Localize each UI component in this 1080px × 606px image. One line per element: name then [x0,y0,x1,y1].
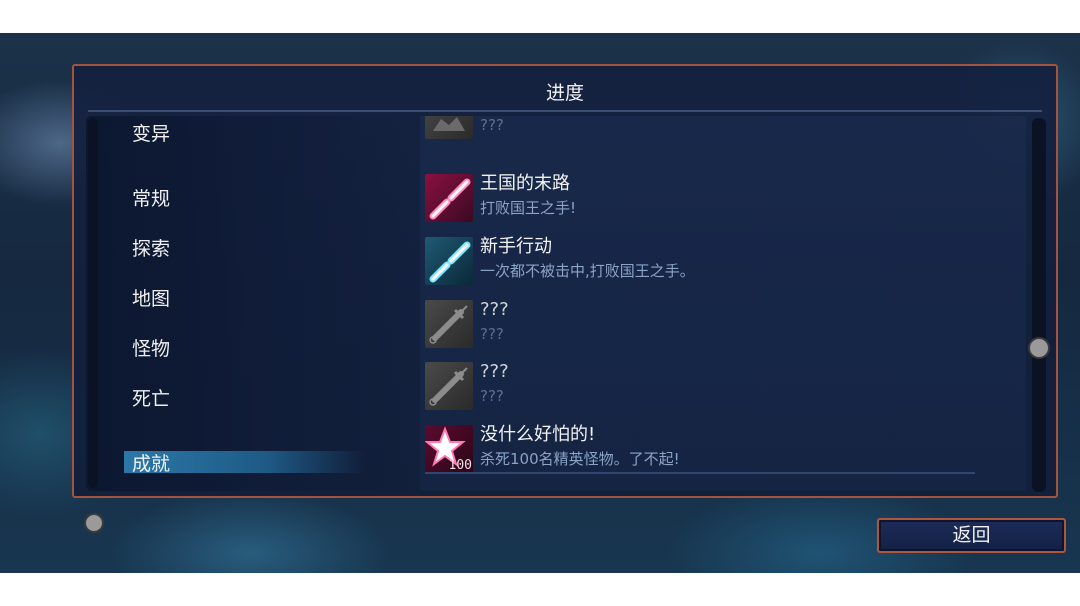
list-item[interactable]: 100 没什么好怕的! 杀死100名精英怪物。了不起! [425,424,1015,475]
list-item[interactable]: ??? [425,116,1015,141]
achievement-desc: 一次都不被击中,打败国王之手。 [480,262,695,280]
achievement-name: 没什么好怕的! [480,424,596,445]
title-divider [88,110,1042,112]
achievement-name: ??? [480,299,509,320]
syringe-icon [425,362,473,410]
achievement-name: ??? [480,361,509,382]
sidebar-scrollbar-handle[interactable] [84,513,104,533]
back-button[interactable]: 返回 [877,518,1066,553]
pink-blades-icon [425,174,473,222]
game-screen: 进度 变异 常规 探索 地图 怪物 死亡 成就 ??? 王国的末路 打败国王之手… [0,33,1080,573]
list-divider [425,472,975,474]
cyan-blades-icon [425,237,473,285]
achievement-name: 新手行动 [480,236,552,257]
category-achievements[interactable]: 成就 [132,452,170,476]
achievement-name: 王国的末路 [480,173,570,194]
progress-panel: 进度 变异 常规 探索 地图 怪物 死亡 成就 ??? 王国的末路 打败国王之手… [72,64,1058,533]
achievement-desc: ??? [480,387,504,405]
category-deaths[interactable]: 死亡 [132,387,170,411]
panel-title: 进度 [545,82,584,104]
category-mutations[interactable]: 变异 [132,122,170,146]
category-monsters[interactable]: 怪物 [132,337,170,361]
list-item[interactable]: 王国的末路 打败国王之手! [425,173,1015,224]
list-item[interactable]: 新手行动 一次都不被击中,打败国王之手。 [425,236,1015,287]
list-scrollbar-handle[interactable] [1028,337,1050,359]
list-item[interactable]: ??? ??? [425,361,1015,412]
achievement-badge-count: 100 [448,458,472,473]
locked-figure-icon [425,116,473,139]
sidebar-scrollbar-track[interactable] [88,118,98,488]
achievement-desc: 打败国王之手! [480,199,577,217]
category-exploration[interactable]: 探索 [132,237,170,261]
list-scrollbar-track[interactable] [1032,118,1046,492]
achievement-desc: ??? [480,325,504,343]
achievement-desc: 杀死100名精英怪物。了不起! [480,450,680,468]
achievement-list: ??? 王国的末路 打败国王之手! 新手行动 一次都不被击中,打败国王之手。 ?… [420,116,1026,491]
category-general[interactable]: 常规 [132,187,170,211]
star-icon: 100 [425,425,473,473]
list-item[interactable]: ??? ??? [425,299,1015,350]
syringe-icon [425,300,473,348]
achievement-desc: ??? [480,116,504,134]
category-map[interactable]: 地图 [132,287,170,311]
